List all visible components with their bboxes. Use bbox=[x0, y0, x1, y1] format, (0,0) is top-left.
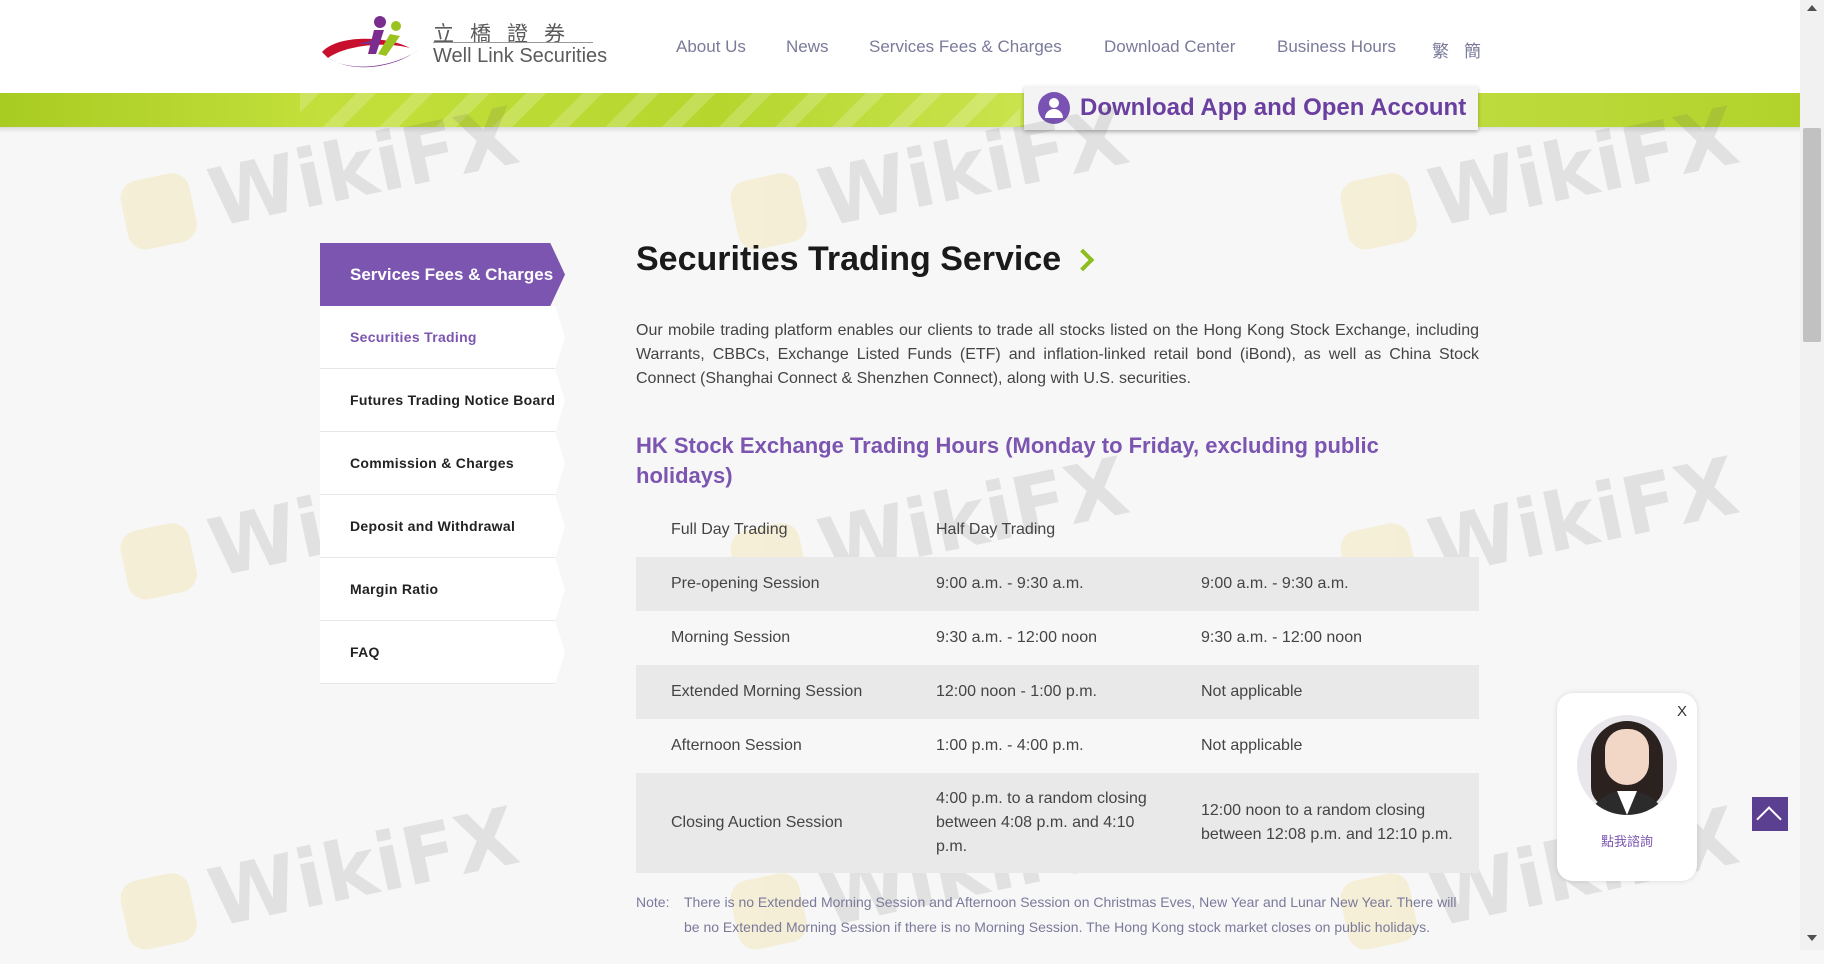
table-row: Extended Morning Session 12:00 noon - 1:… bbox=[636, 665, 1479, 719]
sidebar: Services Fees & Charges Securities Tradi… bbox=[320, 243, 565, 684]
session-name: Morning Session bbox=[671, 629, 791, 646]
banner-pattern bbox=[300, 93, 1020, 127]
sidebar-item-margin-ratio[interactable]: Margin Ratio bbox=[320, 558, 565, 621]
site-header: 立橋證券 Well Link Securities About Us News … bbox=[0, 0, 1800, 93]
half-day-time: Not applicable bbox=[1201, 683, 1303, 700]
table-row: Morning Session 9:30 a.m. - 12:00 noon 9… bbox=[636, 611, 1479, 665]
full-day-time: 4:00 p.m. to a random closing between 4:… bbox=[936, 790, 1147, 855]
nav-lang-simplified[interactable]: 簡 bbox=[1464, 37, 1481, 62]
half-day-time: Not applicable bbox=[1201, 737, 1303, 754]
chevron-up-icon bbox=[1756, 806, 1782, 832]
sidebar-item-faq[interactable]: FAQ bbox=[320, 621, 565, 684]
half-day-time: 12:00 noon to a random closing between 1… bbox=[1201, 802, 1453, 843]
page-title-text: Securities Trading Service bbox=[636, 240, 1062, 278]
session-name: Extended Morning Session bbox=[671, 683, 863, 700]
half-day-time: 9:30 a.m. - 12:00 noon bbox=[1201, 629, 1362, 646]
note-label: Note: bbox=[636, 894, 670, 910]
table-header-cell: Full Day Trading bbox=[671, 521, 788, 538]
full-day-time: 9:00 a.m. - 9:30 a.m. bbox=[936, 575, 1084, 592]
sidebar-heading[interactable]: Services Fees & Charges bbox=[320, 243, 565, 306]
chat-widget: X 點我諮詢 bbox=[1557, 693, 1697, 881]
scroll-thumb[interactable] bbox=[1803, 128, 1821, 342]
full-day-time: 1:00 p.m. - 4:00 p.m. bbox=[936, 737, 1084, 754]
full-day-time: 9:30 a.m. - 12:00 noon bbox=[936, 629, 1097, 646]
download-app-open-account-button[interactable]: Download App and Open Account bbox=[1024, 86, 1478, 130]
banner-shadow bbox=[0, 127, 1800, 133]
table-row: Pre-opening Session 9:00 a.m. - 9:30 a.m… bbox=[636, 557, 1479, 611]
page-title: Securities Trading Service bbox=[636, 240, 1479, 279]
download-app-label: Download App and Open Account bbox=[1080, 94, 1467, 121]
nav-about-us[interactable]: About Us bbox=[676, 37, 746, 57]
sidebar-item-commission-charges[interactable]: Commission & Charges bbox=[320, 432, 565, 495]
scrollbar[interactable] bbox=[1800, 0, 1824, 950]
scroll-up-arrow-icon[interactable] bbox=[1807, 5, 1817, 11]
intro-paragraph: Our mobile trading platform enables our … bbox=[636, 322, 1479, 387]
scroll-down-arrow-icon[interactable] bbox=[1807, 935, 1817, 941]
sidebar-item-futures-notice-board[interactable]: Futures Trading Notice Board bbox=[320, 369, 565, 432]
logo-divider bbox=[433, 42, 593, 43]
trading-hours-table: Full Day Trading Half Day Trading Pre-op… bbox=[636, 503, 1479, 873]
session-name: Closing Auction Session bbox=[671, 814, 843, 831]
nav-business-hours[interactable]: Business Hours bbox=[1277, 37, 1396, 57]
logo-chinese-name: 立橋證券 bbox=[433, 22, 581, 46]
logo-english-name: Well Link Securities bbox=[433, 45, 608, 67]
sidebar-item-deposit-withdrawal[interactable]: Deposit and Withdrawal bbox=[320, 495, 565, 558]
user-icon bbox=[1038, 92, 1070, 124]
chat-close-button[interactable]: X bbox=[1677, 703, 1687, 720]
table-row: Afternoon Session 1:00 p.m. - 4:00 p.m. … bbox=[636, 719, 1479, 773]
table-header-cell bbox=[1166, 503, 1479, 557]
logo-mark-icon bbox=[322, 16, 418, 68]
site-logo[interactable]: 立橋證券 Well Link Securities bbox=[318, 14, 607, 80]
avatar[interactable] bbox=[1577, 715, 1677, 815]
sidebar-item-securities-trading[interactable]: Securities Trading bbox=[320, 306, 565, 369]
trading-hours-heading: HK Stock Exchange Trading Hours (Monday … bbox=[636, 433, 1379, 488]
session-name: Afternoon Session bbox=[671, 737, 802, 754]
full-day-time: 12:00 noon - 1:00 p.m. bbox=[936, 683, 1097, 700]
chat-consult-label[interactable]: 點我諮詢 bbox=[1557, 831, 1697, 850]
main-content: Securities Trading Service Our mobile tr… bbox=[636, 240, 1479, 935]
table-header-cell: Half Day Trading bbox=[936, 521, 1056, 538]
note-text: There is no Extended Morning Session and… bbox=[684, 894, 1457, 935]
table-header-row: Full Day Trading Half Day Trading bbox=[636, 503, 1479, 557]
half-day-time: 9:00 a.m. - 9:30 a.m. bbox=[1201, 575, 1349, 592]
nav-services-fees[interactable]: Services Fees & Charges bbox=[869, 37, 1062, 57]
nav-lang-traditional[interactable]: 繁 bbox=[1432, 37, 1449, 62]
table-row: Closing Auction Session 4:00 p.m. to a r… bbox=[636, 773, 1479, 873]
chevron-right-icon bbox=[1071, 248, 1095, 271]
nav-news[interactable]: News bbox=[786, 37, 829, 57]
nav-download-center[interactable]: Download Center bbox=[1104, 37, 1235, 57]
back-to-top-button[interactable] bbox=[1752, 797, 1788, 832]
watermark: WikiFX bbox=[115, 789, 526, 963]
session-name: Pre-opening Session bbox=[671, 575, 820, 592]
